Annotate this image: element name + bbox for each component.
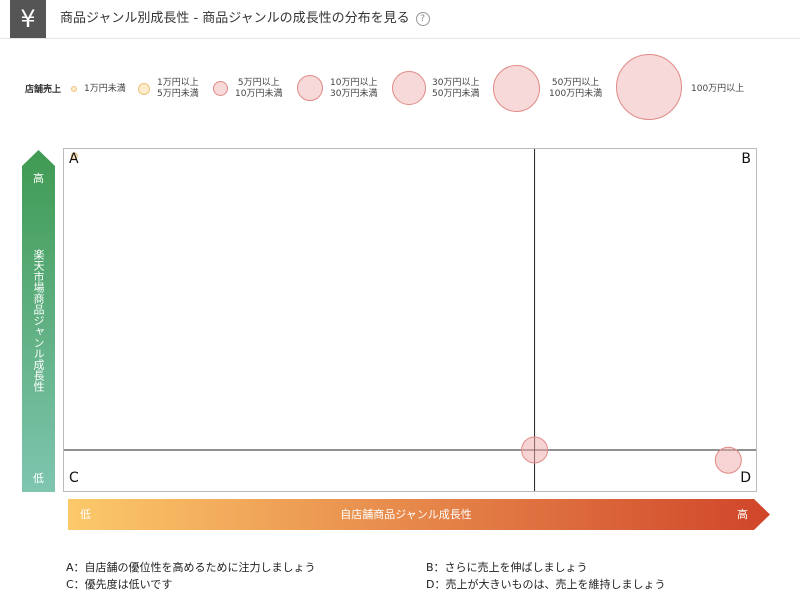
note-c: C：優先度は低いです: [66, 578, 173, 591]
legend-item-6: 50万円以上 100万円未満: [549, 78, 602, 100]
legend-item-7-line1: 100万円以上: [691, 84, 745, 94]
y-axis-title: 楽天市場商品ジャンル成長性: [32, 248, 45, 392]
legend-bubble-3: [213, 81, 228, 96]
legend-label: 店舗売上: [25, 85, 62, 95]
legend-item-7: 100万円以上: [691, 84, 744, 95]
legend-bubble-2: [138, 83, 150, 95]
note-d: D：売上が大きいものは、売上を維持しましょう: [426, 578, 666, 591]
legend-item-6-line2: 100万円未満: [549, 89, 603, 99]
legend-item-4-line2: 30万円未満: [330, 89, 378, 99]
legend-bubble-1: [71, 86, 77, 92]
legend-item-4-line1: 10万円以上: [330, 78, 378, 88]
page-title: 商品ジャンル別成長性 - 商品ジャンルの成長性の分布を見る?: [60, 0, 430, 38]
legend-item-1: 1万円未満: [84, 84, 126, 95]
quadrant-label-a: A: [69, 151, 79, 167]
yen-icon: ¥: [10, 0, 46, 38]
x-axis: 低 自店舗商品ジャンル成長性 高: [68, 499, 770, 530]
legend-bubble-7: [616, 54, 682, 120]
legend-bubble-6: [493, 65, 540, 112]
y-axis: 高 楽天市場商品ジャンル成長性 低: [22, 150, 55, 492]
legend-bubble-5: [392, 71, 426, 105]
page-title-text: 商品ジャンル別成長性 - 商品ジャンルの成長性の分布を見る: [60, 11, 410, 26]
scatter-point-3[interactable]: [714, 446, 742, 474]
quadrant-label-c: C: [69, 470, 79, 486]
quadrant-label-b: B: [741, 151, 751, 167]
legend-item-2-line1: 1万円以上: [157, 78, 199, 88]
legend-item-3-line1: 5万円以上: [237, 78, 280, 88]
plot-area: A B C D: [63, 148, 757, 492]
legend-item-2-line2: 5万円未満: [157, 89, 199, 99]
legend-bubble-4: [297, 75, 323, 101]
notes-right: B：さらに売上を伸ばしましょう D：売上が大きいものは、売上を維持しましょう: [426, 559, 665, 593]
x-axis-high-label: 高: [737, 508, 748, 521]
note-b: B：さらに売上を伸ばしましょう: [426, 561, 588, 574]
y-axis-high-label: 高: [33, 172, 44, 185]
y-axis-low-label: 低: [33, 472, 44, 485]
x-axis-title: 自店舗商品ジャンル成長性: [340, 508, 472, 521]
legend-item-6-line1: 50万円以上: [551, 78, 600, 88]
legend-item-5-line2: 50万円未満: [432, 89, 480, 99]
legend-item-1-line1: 1万円未満: [84, 84, 126, 94]
legend-item-4: 10万円以上 30万円未満: [330, 78, 377, 100]
legend-item-2: 1万円以上 5万円未満: [157, 78, 199, 100]
notes-left: A：自店舗の優位性を高めるために注力しましょう C：優先度は低いです: [66, 559, 316, 593]
legend-item-5-line1: 30万円以上: [432, 78, 480, 88]
legend-item-3: 5万円以上 10万円未満: [235, 78, 282, 100]
scatter-plot: [64, 149, 756, 491]
scatter-point-2[interactable]: [521, 436, 549, 464]
note-a: A：自店舗の優位性を高めるために注力しましょう: [66, 561, 316, 574]
quadrant-label-d: D: [740, 470, 751, 486]
help-icon[interactable]: ?: [415, 12, 430, 26]
page-header: ¥ 商品ジャンル別成長性 - 商品ジャンルの成長性の分布を見る?: [0, 0, 800, 39]
legend-item-3-line2: 10万円未満: [235, 89, 283, 99]
legend-item-5: 30万円以上 50万円未満: [432, 78, 479, 100]
